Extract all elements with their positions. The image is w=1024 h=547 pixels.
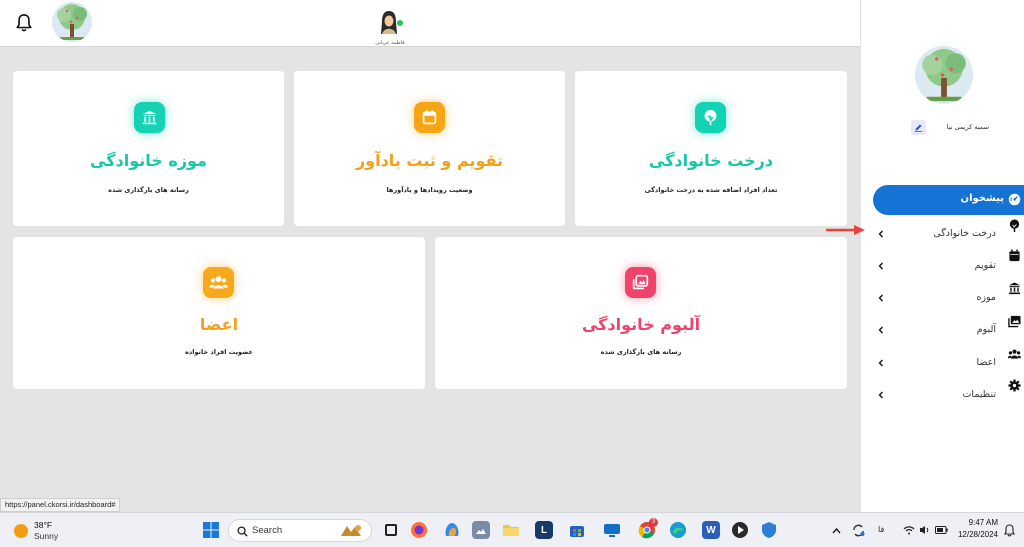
sidebar-item-label: درخت خانوادگی	[933, 228, 996, 239]
volume-icon[interactable]	[919, 525, 931, 535]
users-icon	[1008, 349, 1021, 359]
weather-condition: Sunny	[34, 531, 59, 541]
chevron-left-icon	[878, 294, 883, 302]
weather-widget[interactable]: 38°F Sunny	[12, 520, 72, 542]
sidebar: سمیه کریمی نیا پیشخوان درخت خانوادگی تقو…	[860, 0, 1024, 512]
edge-icon[interactable]	[669, 521, 687, 539]
album-card[interactable]: آلبوم خانوادگی رسانه های بارگذاری شده	[435, 237, 847, 389]
top-header: فاطمه عربانی	[0, 0, 860, 47]
file-explorer-icon[interactable]	[502, 521, 520, 539]
sun-icon	[14, 524, 28, 538]
chevron-left-icon	[878, 230, 883, 238]
calendar-card[interactable]: تقویم و ثبت یادآور وضعیت رویدادها و یادآ…	[294, 71, 565, 226]
users-icon	[203, 267, 234, 298]
images-icon	[625, 267, 656, 298]
card-title: درخت خانوادگی	[648, 151, 774, 170]
bell-icon[interactable]	[15, 13, 33, 33]
card-title: اعضا	[199, 315, 239, 334]
museum-icon	[134, 102, 165, 133]
search-highlight-icon	[341, 525, 361, 536]
sidebar-item-label: تقویم	[974, 260, 996, 271]
notification-badge: 3	[649, 518, 658, 527]
sidebar-item-settings[interactable]: تنظیمات	[861, 379, 1024, 406]
chevron-left-icon	[878, 262, 883, 270]
profile-name: سمیه کریمی نیا	[946, 123, 989, 131]
task-view-icon[interactable]	[382, 521, 400, 539]
sidebar-item-calendar[interactable]: تقویم	[861, 249, 1024, 276]
museum-icon	[1008, 282, 1021, 295]
card-title: موزه خانوادگی	[90, 151, 207, 170]
sidebar-item-label: تنظیمات	[962, 389, 996, 400]
sidebar-item-label: پیشخوان	[960, 193, 1004, 204]
firefox-icon[interactable]	[410, 521, 428, 539]
tree-logo-icon	[52, 2, 92, 42]
online-user[interactable]: فاطمه عربانی	[372, 10, 408, 46]
user-name: فاطمه عربانی	[375, 40, 405, 46]
card-subtitle: عضویت افراد خانواده	[185, 348, 253, 356]
card-subtitle: تعداد افراد اضافه شده به درخت خانوادگی	[644, 186, 778, 194]
sidebar-item-family-tree[interactable]: درخت خانوادگی	[861, 219, 1024, 244]
gear-icon	[1008, 379, 1021, 392]
system-clock[interactable]: 9:47 AM 12/28/2024	[952, 517, 998, 541]
clock-time: 9:47 AM	[968, 518, 998, 527]
card-title: تقویم و ثبت یادآور	[355, 151, 504, 170]
taskbar-search[interactable]: Search	[228, 519, 372, 542]
l-app-icon[interactable]: L	[535, 521, 553, 539]
sync-icon[interactable]	[852, 524, 865, 537]
status-url: https://panel.ckorsi.ir/dashboard#	[0, 498, 121, 512]
members-card[interactable]: اعضا عضویت افراد خانواده	[13, 237, 425, 389]
tree-logo-icon	[915, 46, 973, 104]
images-icon	[1008, 315, 1021, 328]
card-title: آلبوم خانوادگی	[581, 315, 701, 334]
profile-row: سمیه کریمی نیا	[907, 120, 1017, 136]
notifications-bell-icon[interactable]	[1004, 524, 1015, 537]
windows-start-icon[interactable]	[203, 522, 219, 538]
chevron-left-icon	[878, 326, 883, 334]
store-icon[interactable]	[568, 521, 586, 539]
calendar-icon	[1009, 249, 1020, 262]
online-status-dot	[397, 20, 403, 26]
family-tree-card[interactable]: درخت خانوادگی تعداد افراد اضافه شده به د…	[575, 71, 847, 226]
photos-icon[interactable]	[472, 521, 490, 539]
edit-profile-button[interactable]	[911, 120, 926, 135]
card-subtitle: رسانه های بارگذاری شده	[600, 348, 682, 356]
defender-icon[interactable]	[760, 521, 778, 539]
search-icon	[237, 526, 248, 537]
annotation-arrow-icon	[826, 225, 865, 235]
chevron-left-icon	[878, 359, 883, 367]
sidebar-item-members[interactable]: اعضا	[861, 349, 1024, 374]
battery-icon[interactable]	[935, 526, 948, 534]
remote-desktop-icon[interactable]	[603, 521, 621, 539]
calendar-icon	[414, 102, 445, 133]
weather-temp: 38°F	[34, 520, 53, 530]
search-label: Search	[252, 525, 283, 536]
sidebar-item-label: موزه	[976, 292, 996, 303]
copilot-icon[interactable]	[443, 521, 461, 539]
card-subtitle: وضعیت رویدادها و یادآورها	[386, 186, 473, 194]
profile-avatar[interactable]	[915, 46, 973, 104]
pencil-icon	[914, 124, 923, 132]
sidebar-item-label: آلبوم	[976, 324, 996, 335]
sidebar-item-album[interactable]: آلبوم	[861, 315, 1024, 341]
media-player-icon[interactable]	[731, 521, 749, 539]
sidebar-item-museum[interactable]: موزه	[861, 282, 1024, 309]
family-tree-avatar[interactable]	[52, 2, 92, 42]
clock-date: 12/28/2024	[957, 530, 998, 539]
card-subtitle: رسانه های بارگذاری شده	[108, 186, 189, 194]
museum-card[interactable]: موزه خانوادگی رسانه های بارگذاری شده	[13, 71, 284, 226]
dashboard-icon	[1008, 193, 1021, 206]
language-indicator[interactable]: فا	[878, 525, 884, 534]
wifi-icon[interactable]	[903, 525, 915, 535]
chevron-up-icon[interactable]	[832, 527, 841, 534]
tree-icon	[695, 102, 726, 133]
sidebar-item-label: اعضا	[976, 357, 996, 368]
tree-icon	[1009, 219, 1020, 232]
word-icon[interactable]: W	[702, 521, 720, 539]
chevron-left-icon	[878, 391, 883, 399]
taskbar: 38°F Sunny Search L 3 W فا 9:47 AM 12/28…	[0, 512, 1024, 547]
sidebar-item-dashboard[interactable]: پیشخوان	[873, 185, 1024, 215]
